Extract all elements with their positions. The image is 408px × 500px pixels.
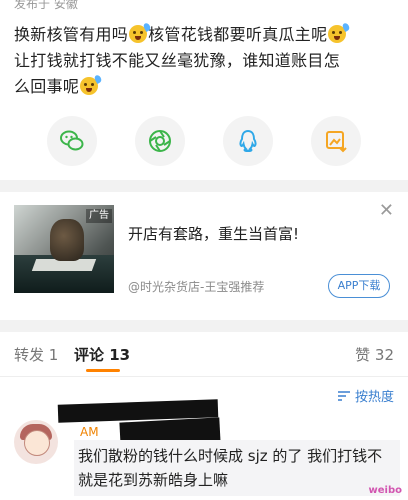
share-moments-button[interactable]: [135, 116, 185, 166]
app-download-button[interactable]: APP下载: [328, 274, 390, 298]
share-qq-button[interactable]: [223, 116, 273, 166]
tab-repost[interactable]: 转发 1: [14, 344, 58, 365]
share-row: [0, 116, 408, 168]
comment-tabs: 转发 1 评论 13 赞 32: [0, 332, 408, 377]
moments-icon: [149, 130, 171, 152]
post-meta: 发布于 安徽: [14, 0, 78, 11]
post-text-part-3: 让打钱就打钱不能又丝毫犹豫，谁知道账目怎: [14, 51, 341, 70]
sort-icon: [337, 390, 350, 401]
sort-button[interactable]: 按热度: [337, 386, 394, 405]
sweat-emoji-icon: [80, 74, 103, 95]
tab-comment[interactable]: 评论 13: [74, 344, 130, 365]
ad-card[interactable]: 广告 开店有套路，重生当首富! @时光杂货店-王宝强推荐 ✕ APP下载: [0, 190, 408, 320]
sort-label: 按热度: [354, 390, 394, 405]
close-icon[interactable]: ✕: [379, 202, 394, 220]
post-text-part-1: 换新核管有用吗: [14, 25, 129, 44]
qq-icon: [239, 129, 257, 153]
ad-tag: 广告: [86, 209, 112, 223]
post-text: 换新核管有用吗 核管花钱都要听真瓜主呢 让打钱就打钱不能又丝毫犹豫，谁知道账目怎 …: [14, 22, 398, 100]
comment-item: AM 我们散粉的钱什么时候成 sjz 的了 我们打钱不就是花到苏新皓身上嘛 we…: [0, 399, 408, 500]
watermark: weibo: [368, 485, 402, 496]
ad-title[interactable]: 开店有套路，重生当首富!: [128, 223, 299, 244]
tab-like[interactable]: 赞 32: [355, 344, 394, 365]
share-wechat-button[interactable]: [47, 116, 97, 166]
comment-text: 我们散粉的钱什么时候成 sjz 的了 我们打钱不就是花到苏新皓身上嘛: [74, 440, 400, 496]
save-image-icon: [326, 131, 347, 153]
sweat-emoji-icon: [328, 22, 352, 43]
sweat-emoji-icon: [129, 22, 152, 43]
avatar[interactable]: [14, 420, 58, 464]
ad-source: @时光杂货店-王宝强推荐: [128, 280, 265, 294]
section-divider: [0, 320, 408, 332]
comment-username[interactable]: AM: [80, 425, 99, 439]
wechat-icon: [60, 130, 84, 151]
post-text-part-2: 核管花钱都要听真瓜主呢: [148, 25, 328, 44]
active-tab-indicator: [86, 369, 120, 372]
save-image-button[interactable]: [311, 116, 361, 166]
post-text-part-4: 么回事呢: [14, 77, 80, 96]
